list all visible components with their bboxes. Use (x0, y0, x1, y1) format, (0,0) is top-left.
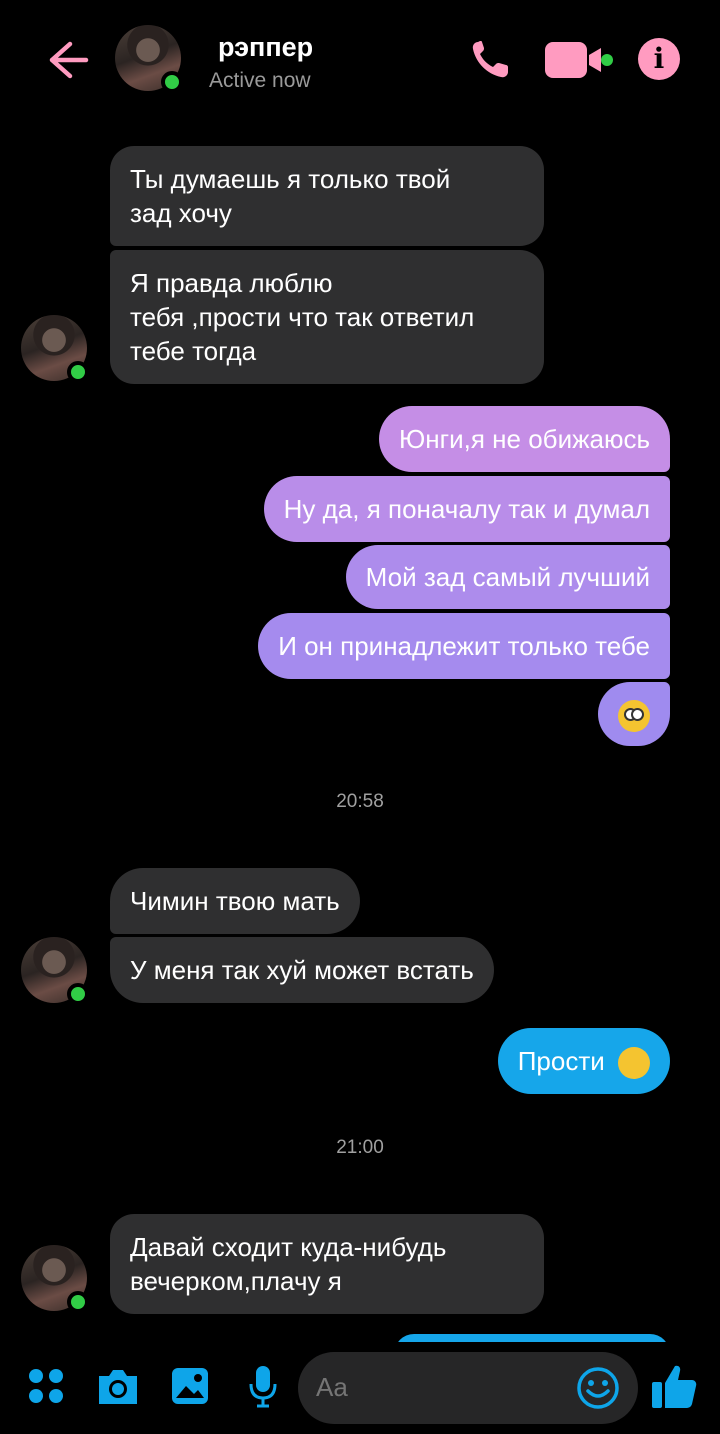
composer-bar (0, 1342, 720, 1434)
phone-icon[interactable] (466, 36, 514, 84)
outgoing-message[interactable]: Ну да, я поначалу так и думал (263, 476, 670, 542)
video-camera-icon[interactable] (543, 38, 613, 82)
outgoing-message[interactable]: Юнги,я не обижаюсь (379, 406, 670, 472)
message-line: зад хочу (130, 198, 232, 228)
gallery-icon[interactable] (170, 1366, 210, 1406)
hand-over-mouth-emoji-icon (618, 1047, 650, 1080)
flushed-face-emoji-icon (618, 700, 650, 733)
sender-avatar[interactable] (21, 937, 89, 1005)
online-indicator (67, 1291, 89, 1313)
thumbs-up-icon[interactable] (650, 1362, 698, 1410)
outgoing-message[interactable]: И он принадлежит только тебе (258, 613, 670, 679)
chat-header: рэппер Active now i (0, 0, 720, 120)
camera-icon[interactable] (95, 1366, 141, 1406)
message-line: Ты думаешь я только твой (130, 164, 451, 194)
outgoing-emoji-message[interactable] (598, 682, 670, 746)
online-indicator (161, 71, 183, 93)
menu-dots-icon[interactable] (26, 1366, 66, 1406)
online-indicator (67, 983, 89, 1005)
message-line: тебя ,прости что так ответил (130, 302, 475, 332)
sender-avatar[interactable] (21, 1245, 89, 1313)
message-text: Ну да, я поначалу так и думал (283, 494, 650, 524)
timestamp: 21:00 (336, 1137, 384, 1158)
contact-status: Active now (209, 69, 311, 92)
message-text: Прости (517, 1046, 605, 1076)
message-text: И он принадлежит только тебе (278, 631, 650, 661)
online-indicator (67, 361, 89, 383)
incoming-message[interactable]: Ты думаешь я только твой зад хочу (110, 146, 544, 246)
sender-avatar[interactable] (21, 315, 89, 383)
outgoing-message[interactable]: Мой зад самый лучший (345, 545, 670, 609)
message-text: У меня так хуй может встать (130, 955, 474, 985)
message-line: тебе тогда (130, 336, 257, 366)
incoming-message[interactable]: Я правда люблю тебя ,прости что так отве… (110, 250, 544, 384)
message-text: Чимин твою мать (130, 886, 340, 916)
incoming-message[interactable]: Чимин твою мать (110, 868, 360, 934)
incoming-message[interactable]: У меня так хуй может встать (110, 937, 494, 1003)
message-input-field[interactable] (298, 1352, 638, 1424)
microphone-icon[interactable] (248, 1364, 278, 1408)
back-arrow-icon[interactable] (40, 34, 92, 86)
emoji-icon[interactable] (576, 1366, 620, 1410)
outgoing-message[interactable]: Прости (497, 1028, 670, 1094)
message-text: Юнги,я не обижаюсь (399, 424, 650, 454)
message-line: вечерком,плачу я (130, 1266, 342, 1296)
contact-name[interactable]: рэппер (218, 32, 313, 63)
message-line: Давай сходит куда-нибудь (130, 1232, 447, 1262)
info-icon[interactable]: i (638, 38, 680, 80)
message-line: Я правда люблю (130, 268, 333, 298)
contact-avatar[interactable] (115, 25, 183, 93)
timestamp: 20:58 (336, 791, 384, 812)
message-input[interactable] (316, 1372, 556, 1403)
incoming-message[interactable]: Давай сходит куда-нибудь вечерком,плачу … (110, 1214, 544, 1314)
message-text: Мой зад самый лучший (365, 562, 650, 592)
